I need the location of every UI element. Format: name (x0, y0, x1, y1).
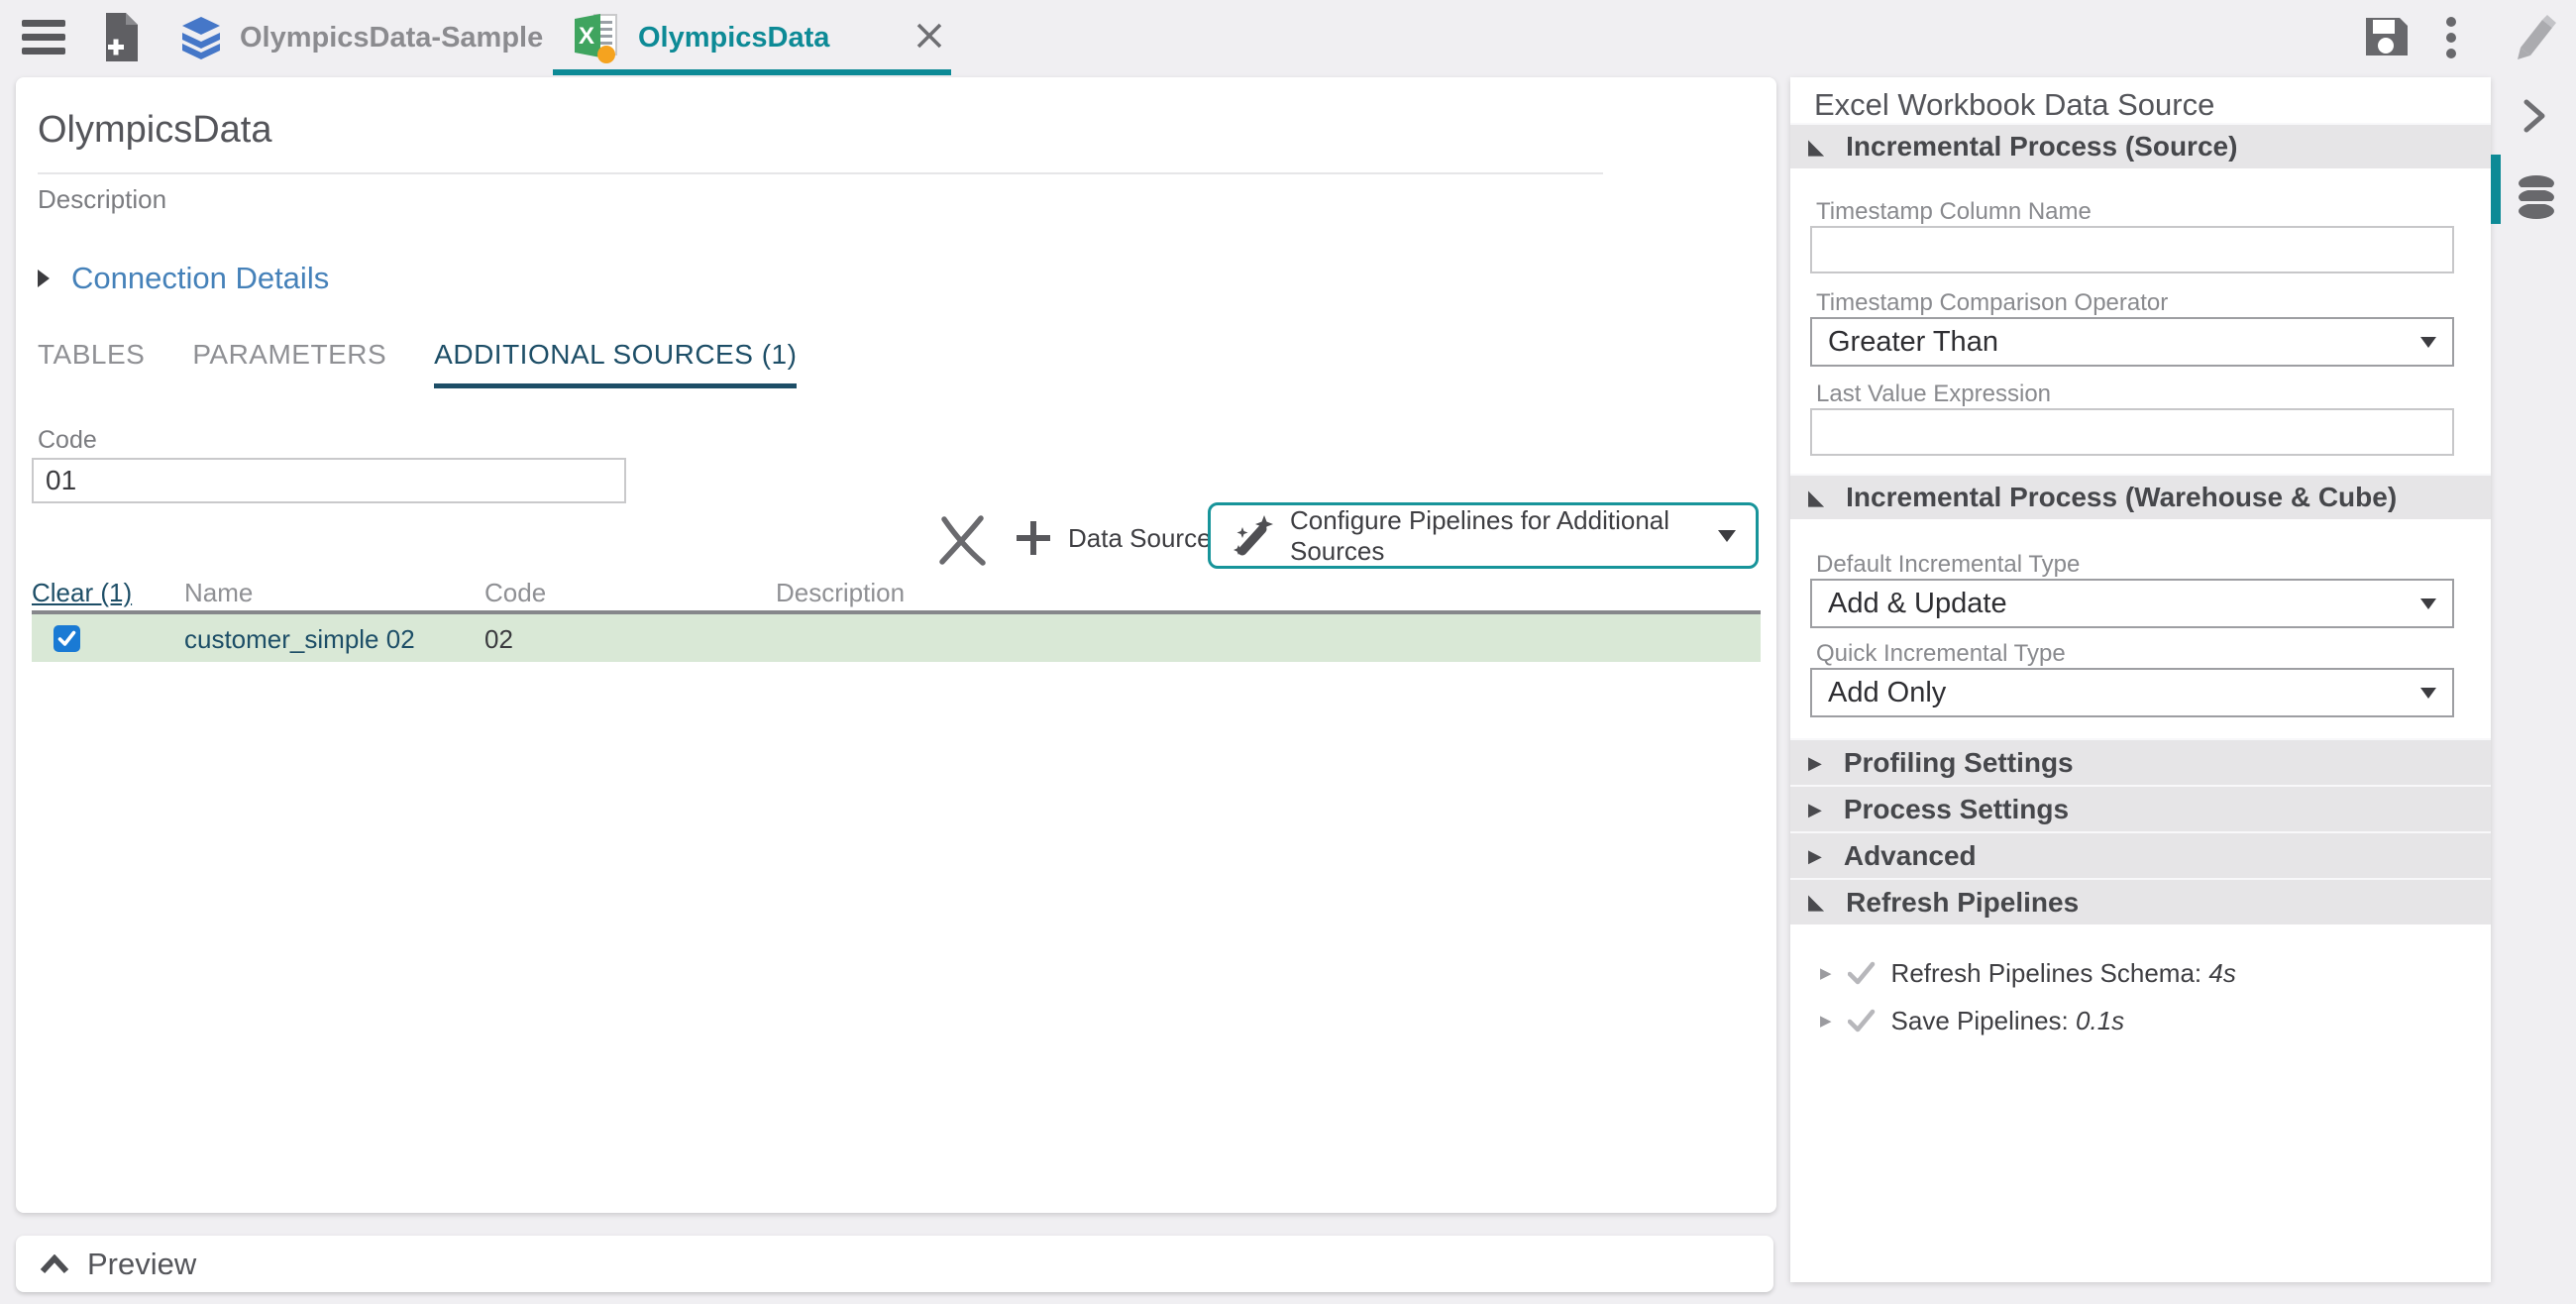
new-document-icon[interactable] (99, 12, 143, 68)
tab-olympicsdata[interactable]: X OlympicsData (573, 0, 944, 75)
close-icon[interactable] (914, 21, 944, 55)
database-icon[interactable] (2517, 174, 2556, 227)
clear-selection-link[interactable]: Clear (1) (32, 578, 132, 608)
page-title: OlympicsData (38, 109, 272, 151)
svg-text:X: X (579, 23, 594, 50)
tab-additional-sources[interactable]: ADDITIONAL SOURCES (1) (434, 339, 798, 388)
timestamp-column-input[interactable] (1810, 226, 2454, 273)
checkmark-icon (57, 630, 76, 646)
preview-expander-bar[interactable]: Preview (16, 1236, 1773, 1292)
collapse-panel-chevron-icon[interactable] (2522, 99, 2548, 138)
code-input[interactable] (32, 458, 626, 503)
collapsed-triangle-icon: ▶ (1808, 752, 1822, 773)
dropdown-caret-icon (2420, 336, 2436, 348)
configure-pipelines-label: Configure Pipelines for Additional Sourc… (1290, 504, 1670, 566)
section-profiling-settings[interactable]: ▶ Profiling Settings (1790, 738, 2491, 785)
tab-parameters[interactable]: PARAMETERS (192, 339, 386, 388)
section-refresh-pipelines[interactable]: ◣ Refresh Pipelines (1790, 878, 2491, 924)
pipeline-label: Refresh Pipelines Schema: 4s (1890, 957, 2236, 988)
default-incremental-select[interactable]: Add & Update (1810, 579, 2454, 628)
select-value: Add Only (1828, 676, 1947, 708)
data-source-editor-panel: OlympicsData Description Connection Deta… (16, 77, 1776, 1213)
expander-triangle-icon[interactable]: ▶ (1820, 964, 1832, 982)
section-label: Profiling Settings (1843, 746, 2074, 778)
timestamp-column-label: Timestamp Column Name (1816, 198, 2092, 225)
table-row[interactable]: customer_simple 02 02 (32, 614, 1761, 662)
excel-icon: X (575, 14, 617, 63)
active-tab-indicator (553, 69, 951, 75)
tab-olympicsdata-sample[interactable]: OlympicsData-Sample (178, 0, 543, 75)
pipeline-duration: 0.1s (2076, 1005, 2125, 1035)
expanded-triangle-icon: ◣ (1808, 486, 1825, 509)
section-label: Process Settings (1843, 793, 2070, 824)
description-field[interactable]: Description (38, 184, 166, 215)
title-divider (38, 172, 1603, 174)
section-incremental-warehouse[interactable]: ◣ Incremental Process (Warehouse & Cube) (1790, 474, 2491, 519)
chevron-up-icon (40, 1253, 69, 1273)
properties-panel: Excel Workbook Data Source ◣ Incremental… (1790, 77, 2491, 1282)
layers-icon (182, 17, 220, 59)
section-incremental-source[interactable]: ◣ Incremental Process (Source) (1790, 123, 2491, 168)
menu-icon[interactable] (22, 20, 65, 57)
code-field-label: Code (38, 426, 97, 454)
success-check-icon (1847, 961, 1875, 985)
top-bar: OlympicsData-Sample X OlympicsData (0, 0, 2576, 75)
pipeline-label: Save Pipelines: 0.1s (1890, 1005, 2125, 1035)
section-label: Incremental Process (Warehouse & Cube) (1846, 482, 2398, 512)
collapsed-triangle-icon: ▶ (1808, 845, 1822, 866)
preview-label: Preview (87, 1246, 197, 1281)
delete-x-icon[interactable] (935, 513, 989, 572)
add-data-source-button[interactable]: Data Source (1015, 519, 1212, 557)
magic-wand-icon (1234, 514, 1273, 555)
section-label: Advanced (1843, 839, 1977, 871)
last-value-input[interactable] (1810, 408, 2454, 456)
connection-details-label: Connection Details (71, 261, 330, 295)
plus-icon (1017, 521, 1050, 555)
edit-pencil-icon[interactable] (2509, 14, 2556, 66)
add-data-source-label: Data Source (1068, 522, 1212, 553)
tab-label: OlympicsData (638, 21, 830, 54)
expander-triangle-icon[interactable]: ▶ (1820, 1012, 1832, 1030)
expanded-triangle-icon: ◣ (1808, 135, 1825, 159)
column-header-name[interactable]: Name (184, 578, 253, 608)
dropdown-caret-icon (2420, 687, 2436, 699)
dropdown-caret-icon (2420, 598, 2436, 609)
configure-pipelines-button[interactable]: Configure Pipelines for Additional Sourc… (1208, 502, 1759, 569)
active-tool-indicator (2491, 155, 2501, 224)
pipeline-row-refresh-schema: ▶ Refresh Pipelines Schema: 4s (1820, 953, 2464, 993)
success-check-icon (1847, 1009, 1875, 1032)
collapsed-triangle-icon: ▶ (1808, 799, 1822, 819)
pipeline-row-save: ▶ Save Pipelines: 0.1s (1820, 1001, 2464, 1040)
row-name-link[interactable]: customer_simple 02 (184, 624, 415, 655)
collapsed-triangle-icon (38, 270, 50, 287)
last-value-label: Last Value Expression (1816, 380, 2052, 407)
quick-incremental-select[interactable]: Add Only (1810, 668, 2454, 717)
kebab-menu-icon[interactable] (2445, 16, 2457, 64)
default-incremental-label: Default Incremental Type (1816, 551, 2081, 578)
editor-tabs: TABLES PARAMETERS ADDITIONAL SOURCES (1) (38, 339, 798, 388)
quick-incremental-label: Quick Incremental Type (1816, 640, 2066, 667)
timestamp-operator-label: Timestamp Comparison Operator (1816, 289, 2169, 316)
connection-details-expander[interactable]: Connection Details (38, 261, 329, 296)
select-value: Add & Update (1828, 587, 2007, 619)
timestamp-operator-select[interactable]: Greater Than (1810, 317, 2454, 367)
panel-title: Excel Workbook Data Source (1814, 87, 2215, 122)
section-label: Refresh Pipelines (1846, 886, 2080, 918)
section-process-settings[interactable]: ▶ Process Settings (1790, 785, 2491, 831)
section-label: Incremental Process (Source) (1846, 131, 2238, 162)
pipeline-duration: 4s (2208, 957, 2236, 988)
column-header-code[interactable]: Code (484, 578, 546, 608)
column-header-description[interactable]: Description (776, 578, 905, 608)
dropdown-caret-icon[interactable] (1718, 529, 1736, 542)
tab-tables[interactable]: TABLES (38, 339, 145, 388)
tab-label: OlympicsData-Sample (240, 21, 544, 54)
select-value: Greater Than (1828, 325, 1998, 358)
expanded-triangle-icon: ◣ (1808, 891, 1825, 914)
row-checkbox[interactable] (54, 625, 80, 652)
save-icon[interactable] (2362, 14, 2410, 64)
section-advanced[interactable]: ▶ Advanced (1790, 831, 2491, 878)
row-code-value: 02 (484, 624, 513, 654)
